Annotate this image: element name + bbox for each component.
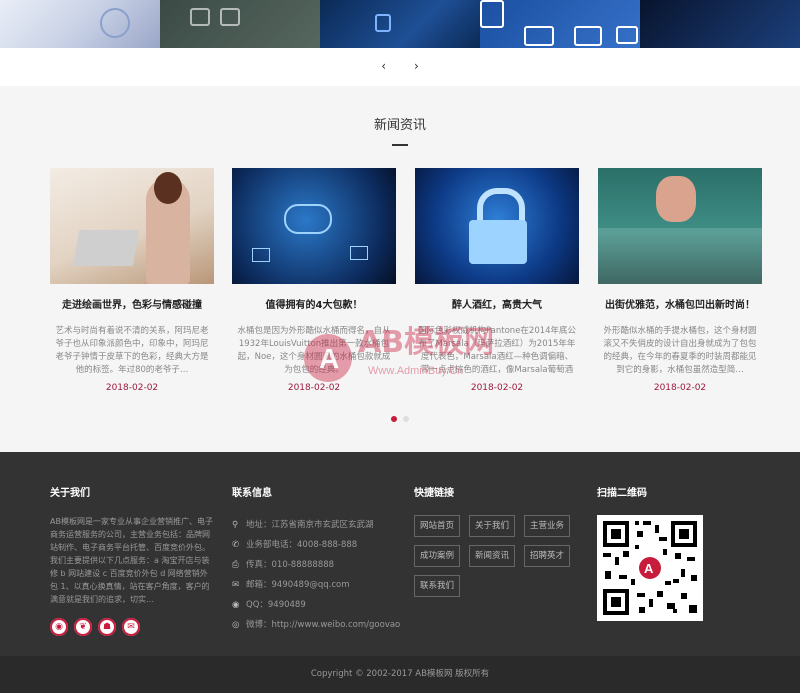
about-heading: 关于我们 [50, 488, 90, 499]
news-date: 2018-02-02 [287, 383, 341, 393]
news-desc: 水桶包是因为外形酷似水桶而得名，自从1932年LouisVuitton推出第一款… [237, 326, 391, 375]
qr-heading: 扫描二维码 [597, 488, 647, 499]
news-card[interactable]: 值得拥有的4大包款！ 水桶包是因为外形酷似水桶而得名，自从1932年LouisV… [232, 168, 396, 393]
social-icons: ◉ ❦ ☗ ✉ [50, 618, 214, 636]
laptop-icon [574, 26, 602, 46]
contact-row: ⎙ 传真：010-88888888 [232, 555, 400, 575]
grid-cell-icon [375, 14, 391, 32]
news-title[interactable]: 走进绘画世界，色彩与情感碰撞 [50, 296, 214, 311]
grid-icon [220, 8, 240, 26]
envelope-icon [524, 26, 554, 46]
banner-image-2[interactable] [160, 0, 320, 48]
contact-phone: 业务部电话：4008-888-888 [246, 540, 358, 550]
pager-dot-active[interactable] [391, 416, 397, 422]
news-title[interactable]: 出街优雅范，水桶包凹出新时尚！ [598, 296, 762, 311]
footer: 关于我们 AB模板网是一家专业从事企业营销推广、电子商务运营服务的公司，主营业务… [0, 452, 800, 656]
phone-icon: ✆ [232, 540, 240, 550]
news-card[interactable]: 走进绘画世界，色彩与情感碰撞 艺术与时尚有着说不清的关系，阿玛尼老爷子也从印象派… [50, 168, 214, 393]
news-card[interactable]: 醉人酒红，高贵大气 国际色彩权威机构Pantone在2014年底公布了Marsa… [415, 168, 579, 393]
banner-image-3[interactable] [320, 0, 480, 48]
link-contact[interactable]: 联系我们 [414, 575, 461, 597]
weibo-icon[interactable]: ◉ [50, 618, 68, 636]
mail-icon[interactable]: ✉ [122, 618, 140, 636]
footer-links: 快捷链接 网站首页 关于我们 主营业务 成功案例 新闻资讯 招聘英才 联系我们 [414, 484, 584, 597]
news-desc: 外形酷似水桶的手提水桶包，这个身材圆滚又不失俏皮的设计自出身就成为了包包的经典，… [603, 326, 757, 375]
contact-row: ◉ QQ：9490489 [232, 595, 400, 615]
weibo-icon: ◎ [232, 620, 240, 630]
banner-image-4[interactable] [480, 0, 640, 48]
contact-qq: QQ：9490489 [246, 600, 306, 610]
news-date: 2018-02-02 [105, 383, 159, 393]
news-image[interactable] [415, 168, 579, 284]
qr-code-image: A [597, 515, 703, 621]
location-icon: ⚲ [232, 520, 239, 530]
fax-icon: ⎙ [232, 560, 239, 570]
news-date: 2018-02-02 [653, 383, 707, 393]
link-about[interactable]: 关于我们 [469, 515, 516, 537]
svg-text:A: A [644, 561, 654, 576]
news-image[interactable] [598, 168, 762, 284]
footer-contact: 联系信息 ⚲ 地址：江苏省南京市玄武区玄武湖 ✆ 业务部电话：4008-888-88… [232, 484, 400, 635]
contact-address: 地址：江苏省南京市玄武区玄武湖 [246, 520, 374, 530]
document-icon [480, 0, 504, 28]
link-home[interactable]: 网站首页 [414, 515, 461, 537]
links-heading: 快捷链接 [414, 488, 454, 499]
contact-row: ◎ 微博：http://www.weibo.com/goovao [232, 615, 400, 635]
footer-qr: 扫描二维码 A [597, 484, 703, 621]
stethoscope-icon [100, 8, 130, 38]
news-pager-dots [0, 416, 800, 422]
email-icon: ✉ [232, 580, 240, 590]
news-date: 2018-02-02 [470, 383, 524, 393]
news-image[interactable] [232, 168, 396, 284]
face-icon [190, 8, 210, 26]
news-desc: 艺术与时尚有着说不清的关系，阿玛尼老爷子也从印象派颜色中，印象中，阿玛尼老爷子钟… [55, 326, 209, 375]
qq-icon[interactable]: ☗ [98, 618, 116, 636]
chevron-right-icon[interactable]: › [414, 59, 419, 73]
contact-row: ⚲ 地址：江苏省南京市玄武区玄武湖 [232, 515, 400, 535]
monitor-icon [616, 26, 638, 44]
news-title[interactable]: 醉人酒红，高贵大气 [415, 296, 579, 311]
pager-dot[interactable] [403, 416, 409, 422]
contact-heading: 联系信息 [232, 488, 272, 499]
about-text: AB模板网是一家专业从事企业营销推广、电子商务运营服务的公司，主营业务包括：品牌… [50, 517, 213, 604]
link-news[interactable]: 新闻资讯 [469, 545, 516, 567]
banner-pager: ‹ › [0, 58, 800, 74]
contact-row: ✉ 邮箱：9490489@qq.com [232, 575, 400, 595]
link-jobs[interactable]: 招聘英才 [524, 545, 571, 567]
contact-fax: 传真：010-88888888 [246, 560, 335, 570]
contact-weibo[interactable]: 微博：http://www.weibo.com/goovao [246, 615, 400, 635]
contact-email: 邮箱：9490489@qq.com [246, 580, 350, 590]
copyright: Copyright © 2002-2017 AB模板网 版权所有 [0, 656, 800, 693]
banner-image-1[interactable] [0, 0, 160, 48]
news-title[interactable]: 值得拥有的4大包款！ [232, 296, 396, 311]
banner-image-5[interactable] [640, 0, 800, 48]
chevron-left-icon[interactable]: ‹ [381, 59, 386, 73]
quick-links: 网站首页 关于我们 主营业务 成功案例 新闻资讯 招聘英才 联系我们 [414, 515, 584, 597]
news-heading: 新闻资讯 [373, 118, 426, 133]
contact-row: ✆ 业务部电话：4008-888-888 [232, 535, 400, 555]
link-business[interactable]: 主营业务 [524, 515, 571, 537]
qq-icon: ◉ [232, 600, 240, 610]
leaf-icon[interactable]: ❦ [74, 618, 92, 636]
banner-strip [0, 0, 800, 48]
news-desc: 国际色彩权威机构Pantone在2014年底公布了Marsala（玛萨拉酒红）为… [417, 326, 577, 375]
link-cases[interactable]: 成功案例 [414, 545, 461, 567]
heading-underline [392, 144, 408, 146]
news-image[interactable] [50, 168, 214, 284]
news-section: 新闻资讯 走进绘画世界，色彩与情感碰撞 艺术与时尚有着说不清的关系，阿玛尼老爷子… [0, 86, 800, 452]
footer-about: 关于我们 AB模板网是一家专业从事企业营销推广、电子商务运营服务的公司，主营业务… [50, 484, 214, 636]
news-card[interactable]: 出街优雅范，水桶包凹出新时尚！ 外形酷似水桶的手提水桶包，这个身材圆滚又不失俏皮… [598, 168, 762, 393]
